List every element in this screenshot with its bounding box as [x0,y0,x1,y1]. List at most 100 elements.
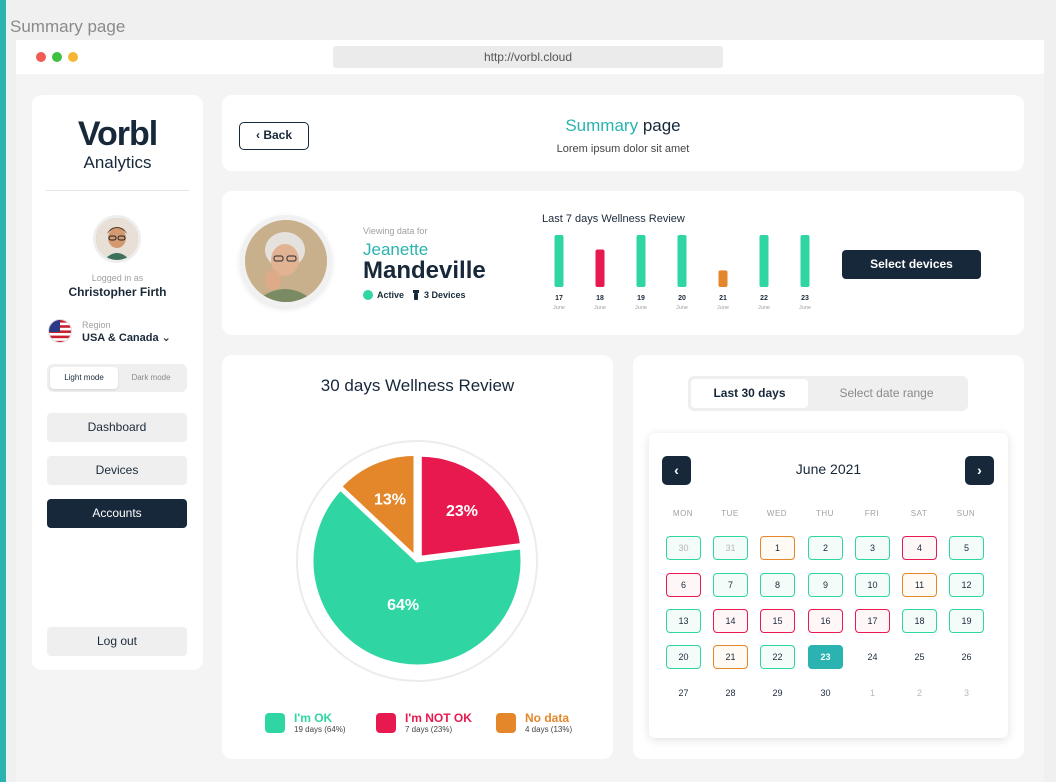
weekly-month-label: June [553,305,565,311]
calendar-day[interactable]: 2 [902,681,937,705]
calendar-day[interactable]: 12 [949,573,984,597]
url-bar[interactable]: http://vorbl.cloud [333,46,723,68]
select-devices-button[interactable]: Select devices [842,250,981,279]
calendar-day[interactable]: 19 [949,609,984,633]
legend-not-ok-swatch [376,712,396,733]
logged-in-label: Logged in as [91,273,144,283]
next-month-button[interactable]: › [965,456,994,485]
user-avatar[interactable] [93,215,141,263]
window-title: Summary page [10,17,126,36]
page-title-accent: Summary [565,116,639,135]
status-label: Active [377,290,405,300]
calendar-day[interactable]: 26 [949,645,984,669]
calendar-day[interactable]: 20 [666,645,701,669]
window-controls [36,52,78,62]
pie-slice-label: 64% [387,597,419,614]
calendar-day[interactable]: 14 [713,609,748,633]
calendar-day[interactable]: 2 [808,536,843,560]
calendar-day[interactable]: 16 [808,609,843,633]
calendar-day[interactable]: 7 [713,573,748,597]
calendar-day[interactable]: 4 [902,536,937,560]
legend-ok-sub: 19 days (64%) [294,725,346,734]
calendar-day[interactable]: 13 [666,609,701,633]
calendar-day[interactable]: 24 [855,645,890,669]
legend-not-ok-sub: 7 days (23%) [405,725,453,734]
legend-ok-label: I'm OK [294,711,333,725]
calendar-day[interactable]: 21 [713,645,748,669]
page-title-rest: page [642,116,681,135]
close-dot-icon[interactable] [36,52,46,62]
region-value: USA & Canada [82,332,159,344]
calendar-day[interactable]: 31 [713,536,748,560]
calendar-day[interactable]: 6 [666,573,701,597]
region-dropdown[interactable]: USA & Canada ⌄ [82,331,171,344]
status-row: Active 3 Devices [363,290,466,300]
calendar-month: June 2021 [795,461,862,477]
calendar-day[interactable]: 29 [760,681,795,705]
calendar-day[interactable]: 30 [666,536,701,560]
pie-slice-label: 13% [374,492,406,509]
weekly-day-label: 22 [760,295,768,302]
patient-last-name: Mandeville [363,257,486,284]
calendar-day[interactable]: 22 [760,645,795,669]
calendar-day[interactable]: 3 [949,681,984,705]
profile-card: Viewing data for Jeanette Mandeville Act… [222,191,1024,335]
legend-ok: I'm OK 19 days (64%) [265,711,346,734]
weekly-day-label: 23 [801,295,809,302]
calendar-day[interactable]: 25 [902,645,937,669]
logo-subtitle: Analytics [83,153,152,172]
legend-not-ok-label: I'm NOT OK [405,711,472,725]
weekly-bar [800,235,810,287]
weekly-month-label: June [676,305,688,311]
logout-button[interactable]: Log out [47,627,187,656]
wellness-pie-chart: 23% 64% 13% [296,440,538,682]
calendar-day[interactable]: 27 [666,681,701,705]
browser-chrome: http://vorbl.cloud [16,40,1044,74]
weekday-label: SAT [910,509,928,518]
pie-slice-label: 23% [446,503,478,520]
legend-no-data: No data 4 days (13%) [496,711,572,734]
weekly-day-label: 18 [596,295,604,302]
weekly-bar [677,235,687,287]
calendar-day[interactable]: 3 [855,536,890,560]
light-mode-option[interactable]: Light mode [50,367,118,389]
theme-toggle: Light mode Dark mode [47,364,187,392]
calendar: ‹ June 2021 › MON TUE WED THU FRI SAT SUN 30 31 1… [649,433,1008,738]
weekly-review-title: Last 7 days Wellness Review [542,213,685,225]
weekly-review-chart: 17 June 18 June 19 June 20 June 21 June 22 June 23 Ju… [553,235,811,311]
tab-select-date-range[interactable]: Select date range [808,379,965,408]
weekday-label: FRI [864,509,880,518]
active-status-icon [363,290,373,300]
calendar-day[interactable]: 1 [855,681,890,705]
dark-mode-option[interactable]: Dark mode [118,367,184,389]
sidebar: Vorbl Analytics Logged in as Christopher… [32,95,203,670]
calendar-day[interactable]: 30 [808,681,843,705]
tab-last-30-days[interactable]: Last 30 days [691,379,808,408]
calendar-day[interactable]: 1 [760,536,795,560]
chevron-right-icon: › [977,462,982,478]
calendar-day[interactable]: 17 [855,609,890,633]
legend-no-data-sub: 4 days (13%) [525,725,573,734]
calendar-day[interactable]: 5 [949,536,984,560]
calendar-day[interactable]: 8 [760,573,795,597]
minimize-dot-icon[interactable] [68,52,78,62]
weekly-bar [554,235,564,287]
calendar-day[interactable]: 10 [855,573,890,597]
calendar-day[interactable]: 18 [902,609,937,633]
calendar-card: Last 30 days Select date range ‹ June 20… [633,355,1024,759]
calendar-day[interactable]: 15 [760,609,795,633]
nav-accounts[interactable]: Accounts [47,499,187,528]
nav-devices[interactable]: Devices [47,456,187,485]
divider [46,190,189,191]
weekday-label: MON [672,509,694,518]
calendar-day[interactable]: 9 [808,573,843,597]
date-range-tabs: Last 30 days Select date range [688,376,968,411]
maximize-dot-icon[interactable] [52,52,62,62]
weekly-bar [636,235,646,287]
nav-dashboard[interactable]: Dashboard [47,413,187,442]
calendar-day[interactable]: 11 [902,573,937,597]
calendar-day[interactable]: 28 [713,681,748,705]
calendar-day[interactable]: 23 [808,645,843,669]
logo-word: Vorbl [77,115,158,153]
legend-not-ok: I'm NOT OK 7 days (23%) [376,711,472,734]
